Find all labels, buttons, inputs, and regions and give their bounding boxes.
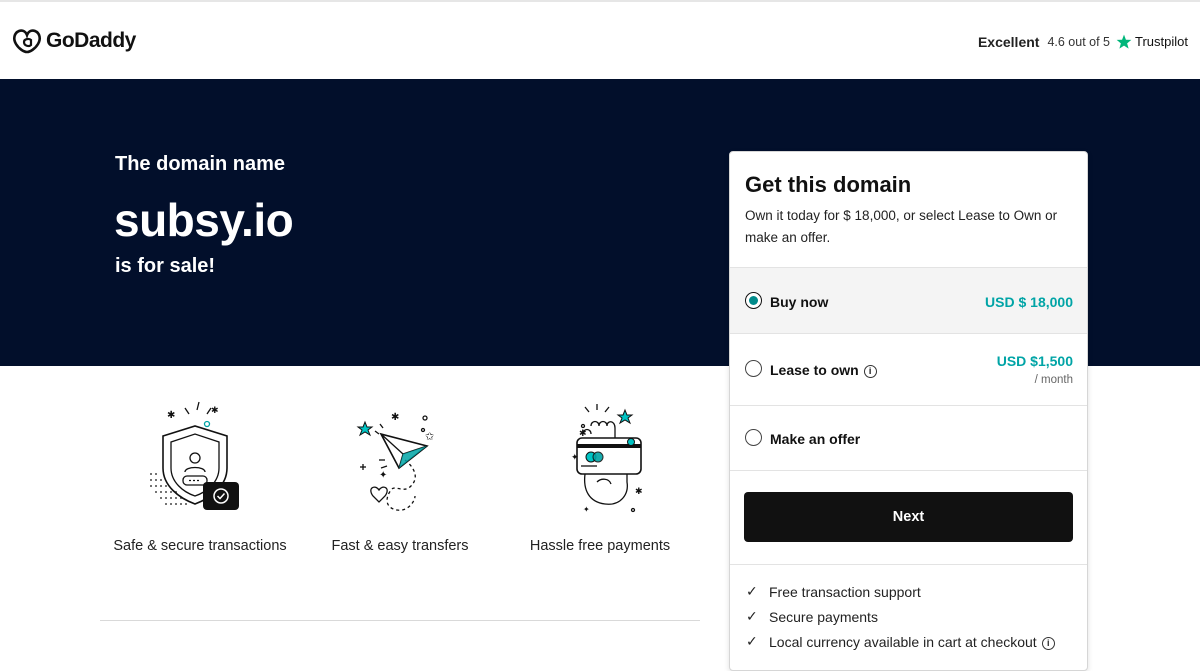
svg-text:✱: ✱ <box>391 412 399 423</box>
check-icon: ✓ <box>746 583 758 599</box>
site-header: GoDaddy Excellent 4.6 out of 5 Trustpilo… <box>0 2 1200 79</box>
feature-payments: ✱ ✱ ✦ ✦ Hassle free payments <box>500 398 700 554</box>
info-icon[interactable]: i <box>1041 637 1055 650</box>
options-bottom-border <box>730 470 1087 471</box>
perk-item: ✓ Local currency available in cart at che… <box>730 633 1087 659</box>
trust-rating-text: 4.6 out of 5 <box>1047 34 1111 49</box>
option-lease-to-own[interactable]: Lease to own i USD $1,500 / month <box>730 333 1087 405</box>
trustpilot-rating[interactable]: Excellent 4.6 out of 5 Trustpilot <box>978 34 1188 50</box>
svg-text:✱: ✱ <box>211 405 219 415</box>
card-hand-icon: ✱ ✱ ✦ ✦ <box>571 404 643 514</box>
buy-now-price: USD $ 18,000 <box>985 294 1073 310</box>
trust-excellent-label: Excellent <box>977 33 1040 50</box>
trustpilot-star-icon <box>1116 34 1132 49</box>
svg-text:✦: ✦ <box>571 452 579 462</box>
svg-text:✦: ✦ <box>379 470 387 481</box>
make-offer-label: Make an offer <box>770 431 861 447</box>
logo-text: GoDaddy <box>46 28 136 52</box>
perk-item: ✓ Free transaction support <box>730 583 1087 609</box>
svg-text:✦: ✦ <box>583 505 590 514</box>
shield-icon: ✱ ✱ <box>150 401 239 510</box>
perks-list: ✓ Free transaction support ✓ Secure paymen… <box>730 564 1087 659</box>
perk-label: Free transaction support <box>769 584 921 600</box>
svg-text:✩: ✩ <box>425 431 434 443</box>
buy-now-label: Buy now <box>770 294 829 310</box>
hero-sale-text: is for sale! <box>115 255 216 277</box>
perk-label: Secure payments <box>769 609 878 625</box>
option-buy-now[interactable]: Buy now USD $ 18,000 <box>730 267 1087 333</box>
lease-to-own-period: / month <box>1034 374 1073 386</box>
next-button[interactable]: Next <box>744 492 1073 542</box>
info-icon[interactable]: i <box>863 365 877 378</box>
perk-item: ✓ Secure payments <box>730 608 1087 634</box>
feature-transfers-label: Fast & easy transfers <box>331 538 469 554</box>
godaddy-logo[interactable]: GoDaddy <box>12 28 136 54</box>
feature-payments-label: Hassle free payments <box>529 538 671 554</box>
feature-secure-label: Safe & secure transactions <box>113 538 287 554</box>
card-title: Get this domain <box>745 172 912 197</box>
feature-secure: ✱ ✱ Safe & secure transactions <box>100 398 300 554</box>
hero-domain-name: subsy.io <box>114 194 294 246</box>
option-make-offer[interactable]: Make an offer <box>730 405 1087 470</box>
check-icon: ✓ <box>746 633 758 649</box>
features-row: ✱ ✱ Safe & secure transactions ✱ ✩ ✦ Fas… <box>100 398 700 588</box>
lease-to-own-price: USD $1,500 <box>996 353 1073 369</box>
svg-text:✱: ✱ <box>635 486 643 496</box>
perk-label: Local currency available in cart at chec… <box>769 634 1037 650</box>
get-domain-card: Get this domain Own it today for $ 18,00… <box>729 151 1088 671</box>
hero-subtitle: The domain name <box>115 153 286 175</box>
trustpilot-brand: Trustpilot <box>1135 34 1188 49</box>
make-offer-radio[interactable] <box>745 429 762 446</box>
content-divider <box>100 620 700 621</box>
feature-transfers: ✱ ✩ ✦ Fast & easy transfers <box>300 398 500 554</box>
svg-text:✱: ✱ <box>167 410 175 421</box>
lease-to-own-radio[interactable] <box>745 360 762 377</box>
godaddy-logo-icon <box>13 28 41 53</box>
check-icon: ✓ <box>746 608 758 624</box>
buy-now-radio[interactable] <box>745 292 762 309</box>
card-description: Own it today for $ 18,000, or select Lea… <box>745 208 1058 245</box>
lease-to-own-label: Lease to own <box>770 362 859 378</box>
paper-plane-icon: ✱ ✩ ✦ <box>356 412 434 511</box>
lease-to-own-label-wrap: Lease to own i <box>770 362 877 378</box>
